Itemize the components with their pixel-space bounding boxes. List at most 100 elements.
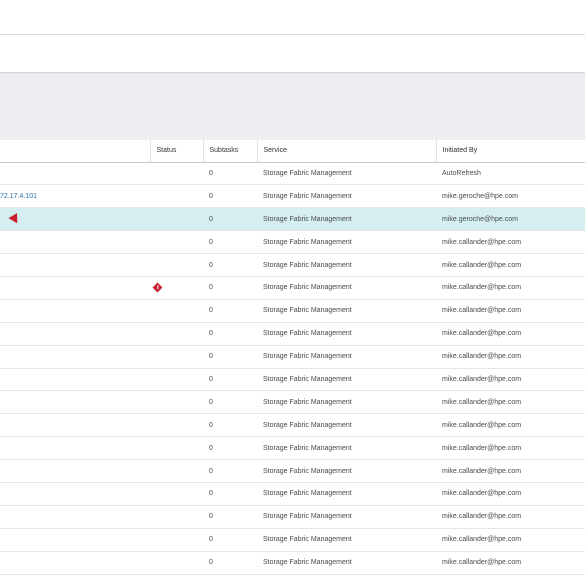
activity-table-container: Status Subtasks Service Initiated By 0 St… [0,140,585,585]
cell-initiated-by: mike.geroche@hpe.com [442,215,518,223]
table-row[interactable]: 0 Storage Fabric Management mike.callander… [0,460,585,483]
cell-subtasks: 0 [209,444,213,452]
table-row[interactable]: 0 Storage Fabric Management mike.callander… [0,254,585,277]
column-header-status[interactable]: Status [149,140,203,163]
table-row[interactable]: 0 Storage Fabric Management mike.geroche@h… [0,207,585,231]
cell-subtasks: 0 [209,559,213,567]
cell-service: Storage Fabric Management [263,353,352,361]
cell-name[interactable] [0,391,150,414]
cell-status [150,391,203,414]
cell-name[interactable] [0,551,150,574]
cell-service: Storage Fabric Management [263,238,352,246]
cell-service: Storage Fabric Management [263,444,352,452]
table-row[interactable]: 0 Storage Fabric Management mike.callander… [0,368,585,391]
table-row[interactable]: 0 Storage Fabric Management mike.callander… [0,505,585,529]
cell-status [150,254,203,277]
column-header-service[interactable]: Service [256,140,436,163]
cell-name[interactable] [0,482,150,505]
table-row[interactable]: 0 Storage Fabric Management mike.callander… [0,482,585,506]
cell-initiated-by: mike.callander@hpe.com [442,398,522,406]
cell-subtasks: 0 [209,490,213,498]
cell-name[interactable] [0,254,150,277]
column-header-name[interactable] [0,140,150,163]
cell-status [150,551,203,574]
cell-subtasks: 0 [209,330,213,338]
column-header-initiated-by[interactable]: Initiated By [435,140,585,163]
cell-subtasks: 0 [209,169,213,177]
table-row[interactable]: 72.17.4.101 0 Storage Fabric Management mik… [0,185,585,208]
table-row[interactable]: 0 Storage Fabric Management mike.callander… [0,299,585,323]
table-row[interactable]: 0 Storage Fabric Management mike.callander… [0,391,585,414]
cell-subtasks: 0 [209,284,213,292]
table-row[interactable]: 0 Storage Fabric Management mike.callander… [0,437,585,460]
table-row[interactable]: 0 Storage Fabric Management mike.callander… [0,551,585,575]
cell-initiated-by: mike.callander@hpe.com [442,490,522,498]
cell-service: Storage Fabric Management [263,284,352,292]
cell-status [150,231,203,254]
cell-name[interactable] [0,231,150,254]
cell-initiated-by: mike.callander@hpe.com [442,375,522,383]
table-row[interactable]: 0 Storage Fabric Management mike.callander… [0,231,585,254]
cell-name[interactable] [0,345,150,368]
cell-name[interactable] [0,162,150,185]
cell-status [150,528,203,551]
cell-name[interactable] [0,299,150,322]
table-row[interactable]: 0 Storage Fabric Management mike.callander… [0,276,585,300]
toolbar [0,35,585,73]
cell-name[interactable] [0,414,150,437]
cell-subtasks: 0 [209,421,213,429]
table-row[interactable]: 0 Storage Fabric Management AutoRefresh [0,162,585,185]
table-row[interactable]: 0 Storage Fabric Management mike.callander… [0,345,585,369]
cell-subtasks: 0 [209,467,213,475]
cell-name[interactable] [0,276,150,299]
cell-service: Storage Fabric Management [263,513,352,521]
cell-service: Storage Fabric Management [263,421,352,429]
cell-status [150,505,203,528]
cell-initiated-by: mike.callander@hpe.com [442,330,522,338]
cell-initiated-by: mike.callander@hpe.com [442,536,522,544]
cell-status [150,368,203,391]
cell-name[interactable] [0,322,150,345]
cell-subtasks: 0 [209,513,213,521]
cell-initiated-by: mike.callander@hpe.com [442,513,522,521]
top-bar [0,0,585,35]
cell-subtasks: 0 [209,353,213,361]
cell-subtasks: 0 [209,192,213,200]
cell-status [150,414,203,437]
cell-name[interactable] [0,437,150,460]
column-header-subtasks[interactable]: Subtasks [202,140,257,163]
cell-subtasks: 0 [209,536,213,544]
cell-initiated-by: mike.callander@hpe.com [442,261,522,269]
cell-name[interactable] [0,505,150,528]
cell-service: Storage Fabric Management [263,192,352,200]
cell-service: Storage Fabric Management [263,307,352,315]
cell-service: Storage Fabric Management [263,169,352,177]
cell-status [150,322,203,345]
cell-name[interactable] [0,460,150,483]
details-banner [0,73,585,141]
cell-status [150,185,203,208]
table-row[interactable]: 0 Storage Fabric Management mike.callander… [0,528,585,552]
cell-name[interactable] [0,368,150,391]
cell-subtasks: 0 [209,215,213,223]
cell-initiated-by: mike.geroche@hpe.com [442,192,518,200]
cell-status [150,162,203,185]
activity-table: Status Subtasks Service Initiated By 0 St… [0,140,585,575]
table-row[interactable]: 0 Storage Fabric Management mike.callander… [0,414,585,437]
cell-initiated-by: mike.callander@hpe.com [442,421,522,429]
cell-subtasks: 0 [209,238,213,246]
cell-name[interactable]: 72.17.4.101 [0,185,150,208]
cell-service: Storage Fabric Management [263,398,352,406]
cell-name[interactable] [0,208,150,231]
cell-subtasks: 0 [209,307,213,315]
cell-status [150,482,203,505]
cell-service: Storage Fabric Management [263,559,352,567]
cell-status [150,460,203,483]
cell-service: Storage Fabric Management [263,536,352,544]
cell-name[interactable] [0,528,150,551]
cell-initiated-by: mike.callander@hpe.com [442,467,522,475]
table-row[interactable]: 0 Storage Fabric Management mike.callander… [0,322,585,346]
cell-service: Storage Fabric Management [263,375,352,383]
cell-service: Storage Fabric Management [263,467,352,475]
cell-initiated-by: mike.callander@hpe.com [442,444,522,452]
